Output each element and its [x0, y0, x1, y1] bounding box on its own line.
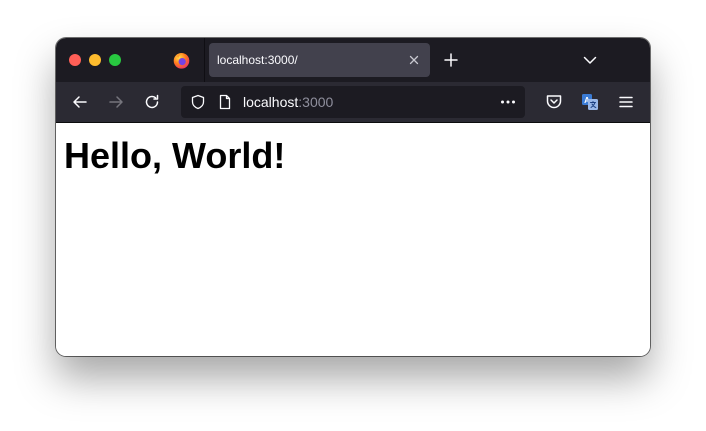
url-port: :3000	[298, 94, 334, 110]
tab-title: localhost:3000/	[217, 53, 298, 67]
browser-window: localhost:3000/ localhost:3000 A Hello, …	[56, 38, 650, 356]
new-tab-button[interactable]	[442, 51, 460, 69]
plus-icon	[444, 53, 458, 67]
reload-icon	[145, 94, 159, 109]
tab-localhost[interactable]: localhost:3000/	[209, 43, 430, 77]
page-icon[interactable]	[217, 94, 233, 110]
page-heading: Hello, World!	[64, 135, 286, 176]
pocket-button[interactable]	[544, 92, 564, 112]
chevron-down-icon	[583, 56, 597, 64]
shield-icon[interactable]	[190, 94, 206, 110]
firefox-logo-icon[interactable]	[173, 52, 190, 69]
translate-icon: A	[582, 94, 598, 110]
tab-list-button[interactable]	[582, 52, 598, 68]
translate-button[interactable]: A	[580, 92, 600, 112]
close-icon[interactable]	[406, 52, 422, 68]
window-maximize-button[interactable]	[109, 54, 121, 66]
tab-strip: localhost:3000/	[56, 38, 650, 82]
back-arrow-icon	[73, 96, 87, 108]
forward-button[interactable]	[106, 92, 126, 112]
url-bar[interactable]: localhost:3000	[181, 86, 525, 118]
back-button[interactable]	[70, 92, 90, 112]
reload-button[interactable]	[142, 92, 162, 112]
ellipsis-icon[interactable]	[499, 94, 517, 110]
navigation-toolbar: localhost:3000 A	[56, 82, 650, 122]
hamburger-menu-icon	[619, 96, 633, 108]
forward-arrow-icon	[109, 96, 123, 108]
tab-separator	[204, 38, 205, 82]
url-host: localhost	[243, 94, 299, 110]
url-text[interactable]: localhost:3000	[243, 94, 333, 110]
page-content: Hello, World!	[56, 123, 650, 356]
pocket-icon	[546, 95, 562, 109]
window-close-button[interactable]	[69, 54, 81, 66]
app-menu-button[interactable]	[616, 92, 636, 112]
window-minimize-button[interactable]	[89, 54, 101, 66]
